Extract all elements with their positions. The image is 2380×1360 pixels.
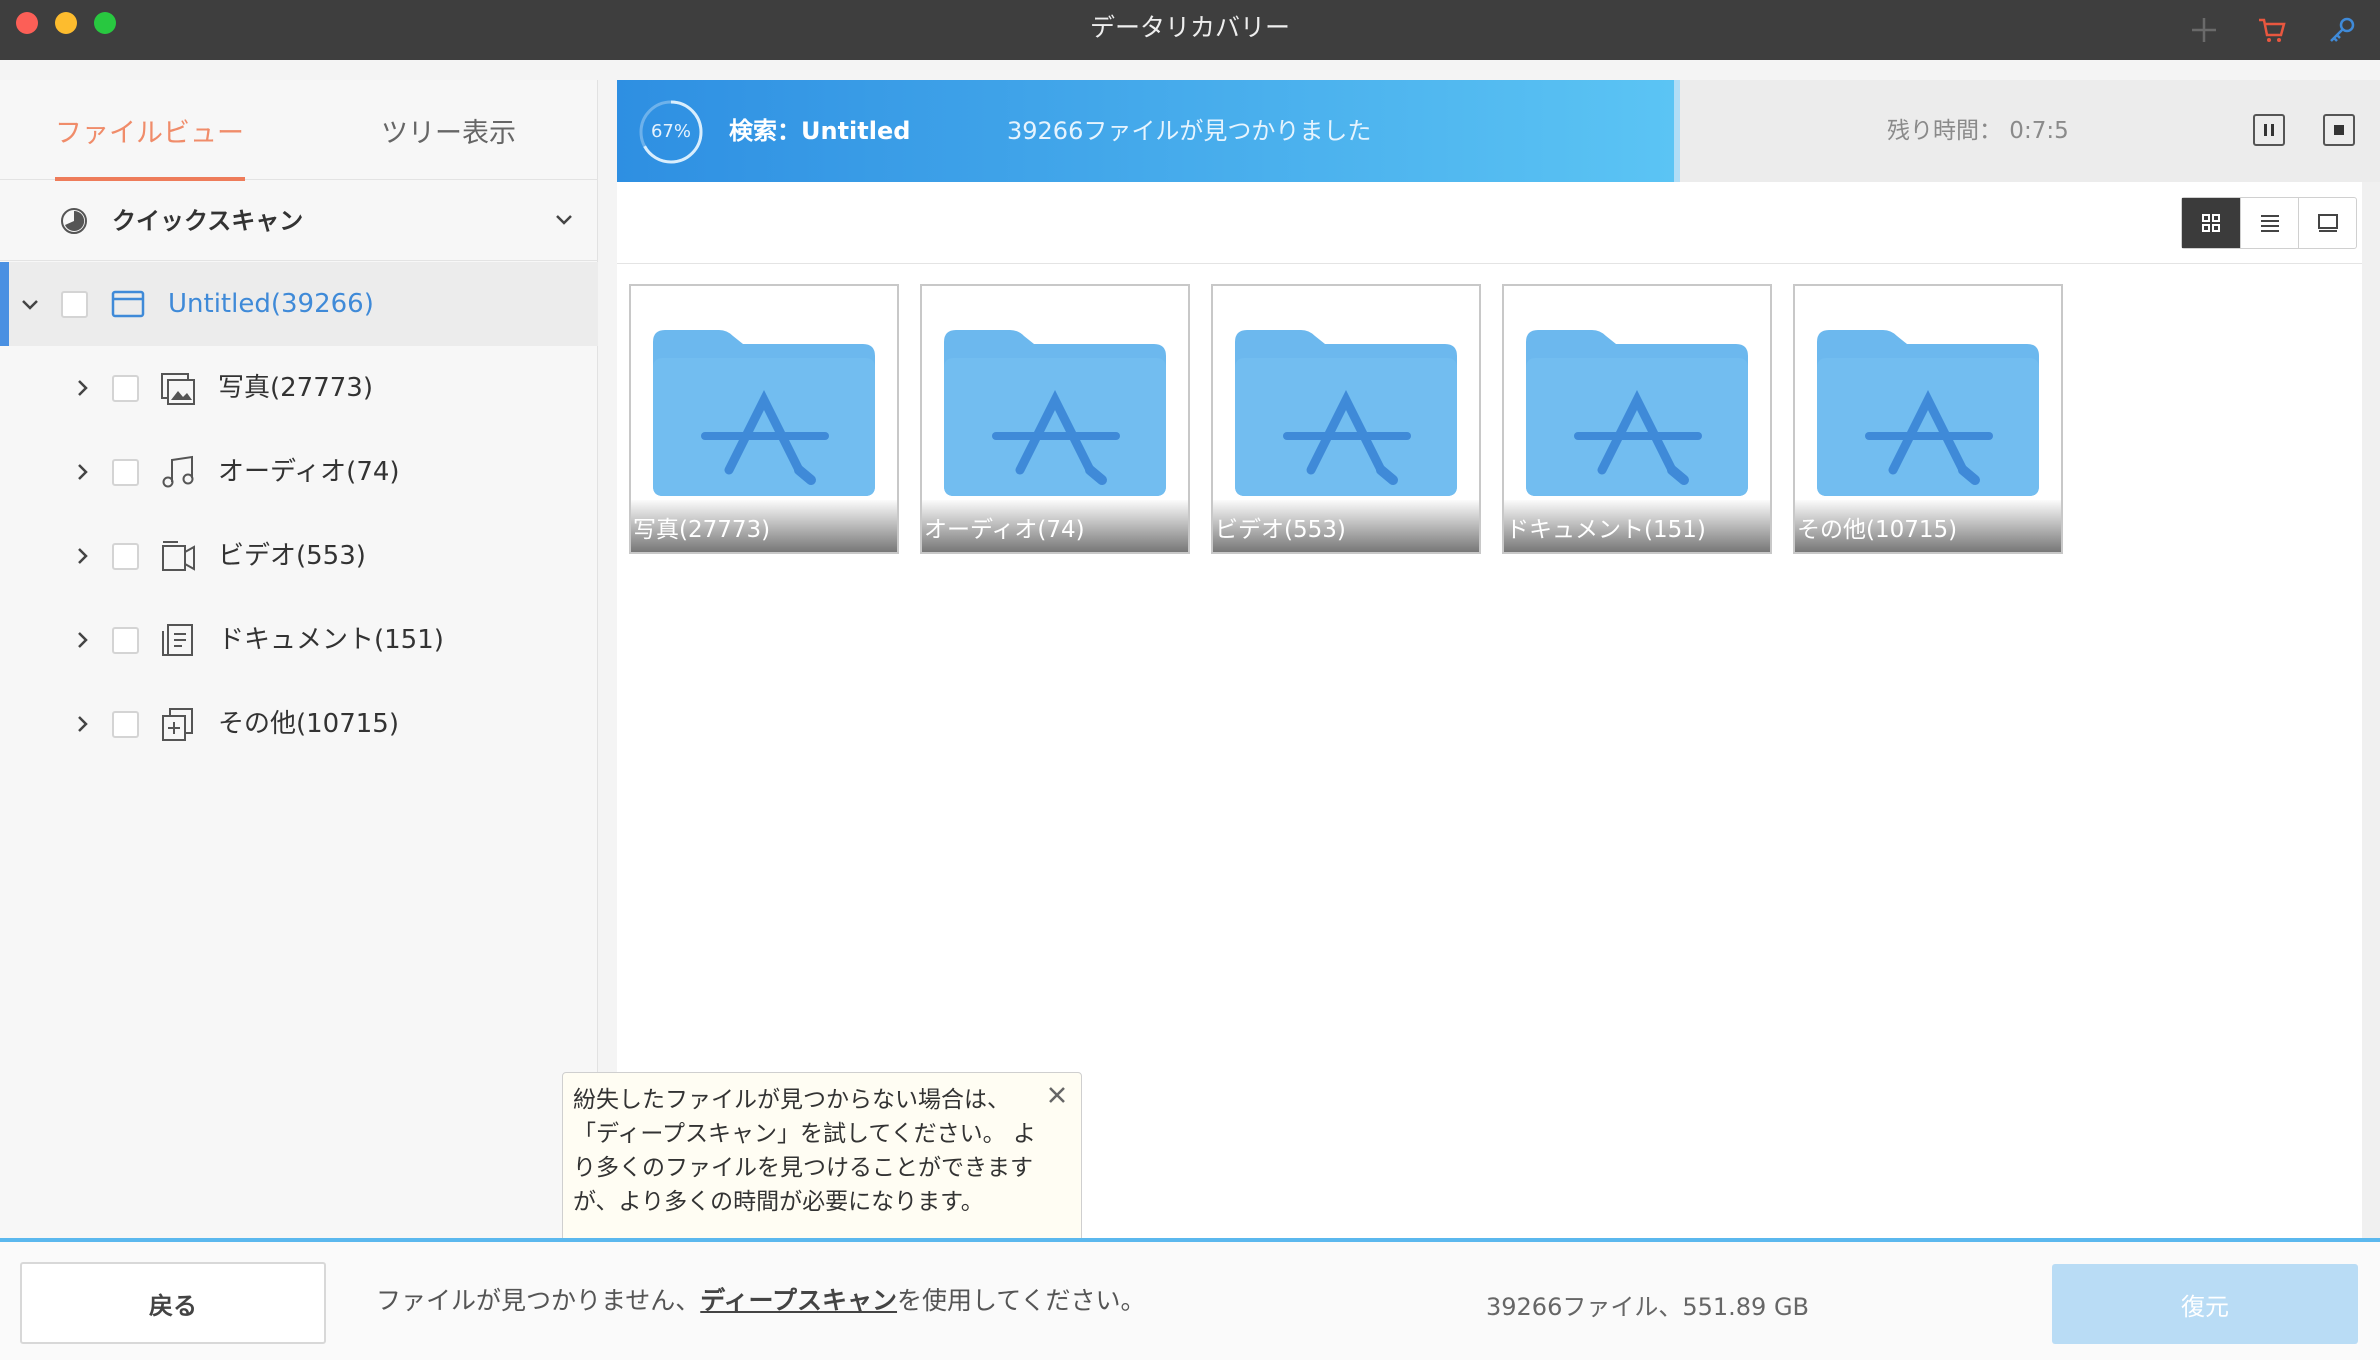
tree-item-audio[interactable]: オーディオ(74) xyxy=(0,430,598,514)
folder-icon xyxy=(944,330,1166,496)
photos-label: 写真(27773) xyxy=(218,373,373,403)
folder-icon xyxy=(1817,330,2039,496)
tree-item-photos[interactable]: 写真(27773) xyxy=(0,346,598,430)
root-label: Untitled(39266) xyxy=(168,289,374,319)
chevron-down-icon[interactable] xyxy=(552,207,576,235)
other-checkbox[interactable] xyxy=(112,711,139,738)
list-view-button[interactable] xyxy=(2240,198,2298,248)
other-files-icon xyxy=(160,706,196,746)
sidebar: ファイルビュー ツリー表示 クイックスキャン Untitled(39266) 写 xyxy=(0,80,598,1238)
folder-card-video[interactable]: ビデオ(553) xyxy=(1211,284,1481,554)
folder-card-photos[interactable]: 写真(27773) xyxy=(629,284,899,554)
title-bar: データリカバリー xyxy=(0,0,2380,60)
files-found-label: 39266ファイルが見つかりました xyxy=(1007,117,1372,145)
scan-type-selector[interactable]: クイックスキャン xyxy=(0,181,598,261)
documents-label: ドキュメント(151) xyxy=(218,625,444,655)
close-icon[interactable] xyxy=(1043,1081,1071,1109)
key-icon[interactable] xyxy=(2322,10,2362,50)
tree-item-other[interactable]: その他(10715) xyxy=(0,682,598,766)
scan-icon xyxy=(60,207,88,239)
tooltip-text: 紛失したファイルが見つからない場合は、「ディープスキャン」を試してください。 よ… xyxy=(573,1087,1036,1215)
message-suffix: を使用してください。 xyxy=(897,1286,1146,1315)
bottom-bar: 戻る ファイルが見つかりません、ディープスキャンを使用してください。 39266… xyxy=(0,1238,2380,1360)
pause-icon xyxy=(2264,124,2274,136)
scan-type-label: クイックスキャン xyxy=(112,207,304,235)
tab-file-view[interactable]: ファイルビュー xyxy=(0,80,299,180)
pause-button[interactable] xyxy=(2253,114,2285,146)
folder-icon xyxy=(1526,330,1748,496)
scan-progress-bar: 67% 検索：Untitled 39266ファイルが見つかりました 残り時間： … xyxy=(617,80,2380,182)
view-tabs: ファイルビュー ツリー表示 xyxy=(0,80,598,181)
other-label: その他(10715) xyxy=(218,709,399,739)
deep-scan-link[interactable]: ディープスキャン xyxy=(700,1286,897,1315)
video-label: ビデオ(553) xyxy=(218,541,366,571)
folder-icon xyxy=(1235,330,1457,496)
folder-caption: オーディオ(74) xyxy=(922,500,1188,552)
video-checkbox[interactable] xyxy=(112,543,139,570)
chevron-right-icon[interactable] xyxy=(70,544,94,572)
cart-icon[interactable] xyxy=(2252,10,2292,50)
stop-button[interactable] xyxy=(2323,114,2355,146)
folder-card-audio[interactable]: オーディオ(74) xyxy=(920,284,1190,554)
photos-checkbox[interactable] xyxy=(112,375,139,402)
chevron-right-icon[interactable] xyxy=(70,376,94,404)
audio-checkbox[interactable] xyxy=(112,459,139,486)
deep-scan-tooltip: 紛失したファイルが見つからない場合は、「ディープスキャン」を試してください。 よ… xyxy=(562,1072,1082,1258)
video-icon xyxy=(160,538,196,578)
audio-label: オーディオ(74) xyxy=(218,457,400,487)
documents-checkbox[interactable] xyxy=(112,627,139,654)
music-icon xyxy=(160,454,196,494)
view-mode-switcher xyxy=(2181,197,2357,249)
chevron-right-icon[interactable] xyxy=(70,460,94,488)
folder-icon xyxy=(653,330,875,496)
search-target-label: 検索：Untitled xyxy=(729,117,911,145)
time-remaining-label: 残り時間： 0:7:5 xyxy=(1887,118,2069,144)
grid-view-button[interactable] xyxy=(2182,198,2240,248)
chevron-down-icon[interactable] xyxy=(18,292,42,320)
tree-item-root[interactable]: Untitled(39266) xyxy=(0,262,598,346)
preview-icon xyxy=(2317,214,2338,232)
list-icon xyxy=(2260,215,2279,232)
folder-card-other[interactable]: その他(10715) xyxy=(1793,284,2063,554)
chevron-right-icon[interactable] xyxy=(70,712,94,740)
progress-percent: 67% xyxy=(650,121,691,142)
drive-icon xyxy=(110,286,146,326)
grid-icon xyxy=(2202,214,2220,232)
back-button[interactable]: 戻る xyxy=(20,1262,326,1344)
chevron-right-icon[interactable] xyxy=(70,628,94,656)
folder-caption: ドキュメント(151) xyxy=(1504,500,1770,552)
content-divider xyxy=(617,263,2362,264)
scrollbar[interactable] xyxy=(2362,182,2380,1238)
folder-caption: その他(10715) xyxy=(1795,500,2061,552)
folder-caption: ビデオ(553) xyxy=(1213,500,1479,552)
document-icon xyxy=(160,622,196,662)
folder-caption: 写真(27773) xyxy=(631,500,897,552)
tab-tree-view[interactable]: ツリー表示 xyxy=(299,80,598,180)
recover-button[interactable]: 復元 xyxy=(2052,1264,2358,1344)
tree-item-documents[interactable]: ドキュメント(151) xyxy=(0,598,598,682)
stop-icon xyxy=(2334,125,2344,135)
not-found-message: ファイルが見つかりません、ディープスキャンを使用してください。 xyxy=(376,1242,1146,1360)
folder-card-documents[interactable]: ドキュメント(151) xyxy=(1502,284,1772,554)
tree-item-video[interactable]: ビデオ(553) xyxy=(0,514,598,598)
message-prefix: ファイルが見つかりません、 xyxy=(376,1286,701,1315)
window-title: データリカバリー xyxy=(1089,13,1290,42)
plus-icon[interactable] xyxy=(2184,10,2224,50)
image-icon xyxy=(160,370,196,410)
root-checkbox[interactable] xyxy=(61,291,88,318)
preview-view-button[interactable] xyxy=(2298,198,2356,248)
selection-stats: 39266ファイル、551.89 GB xyxy=(1486,1293,1810,1321)
